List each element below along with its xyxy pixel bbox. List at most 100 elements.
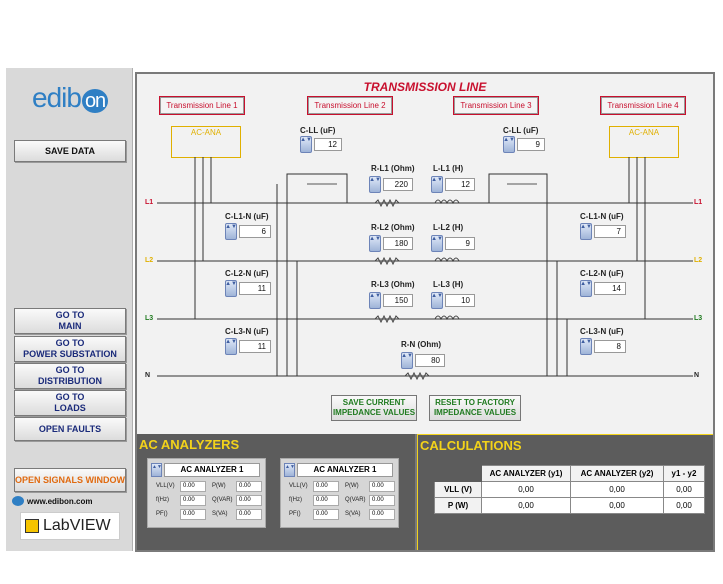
ac-analyzer-1-panel: ▲▼ AC ANALYZER 1 VLL(V) 0.00 P(W) 0.00 f… bbox=[147, 458, 266, 528]
s-label: S(VA) bbox=[212, 511, 228, 517]
circuit-diagram bbox=[157, 157, 693, 381]
ll2-input[interactable]: ▲▼ 9 bbox=[431, 235, 475, 252]
analyzer-selector-spinner-icon[interactable]: ▲▼ bbox=[284, 463, 295, 477]
main-area: TRANSMISSION LINE Transmission Line 1 Tr… bbox=[135, 72, 715, 552]
spinner-icon: ▲▼ bbox=[580, 223, 592, 240]
cell: 0,00 bbox=[570, 497, 664, 514]
rl1-input[interactable]: ▲▼ 220 bbox=[369, 176, 413, 193]
cl2n-left-label: C-L2-N (uF) bbox=[225, 269, 269, 278]
spinner-icon: ▲▼ bbox=[431, 176, 443, 193]
labview-logo: LabVIEW bbox=[20, 512, 120, 540]
rn-input[interactable]: ▲▼ 80 bbox=[401, 352, 445, 369]
cl2n-right-label: C-L2-N (uF) bbox=[580, 269, 624, 278]
p-label: P(W) bbox=[345, 483, 359, 489]
q-label: Q(VAR) bbox=[212, 497, 233, 503]
q-label: Q(VAR) bbox=[345, 497, 366, 503]
f-label: f(Hz) bbox=[289, 497, 302, 503]
rl2-label: R-L2 (Ohm) bbox=[371, 223, 415, 232]
p-label: P(W) bbox=[212, 483, 226, 489]
calc-header: y1 - y2 bbox=[663, 465, 705, 482]
cl1n-left-input[interactable]: ▲▼ 6 bbox=[225, 223, 271, 240]
website-link: www.edibon.com bbox=[27, 496, 93, 506]
go-to-main-button[interactable]: GO TO MAIN bbox=[14, 308, 126, 334]
ac-analyzers-title: AC ANALYZERS bbox=[139, 437, 240, 452]
sidebar: edib on SAVE DATA GO TO MAIN GO TO POWER SU… bbox=[6, 68, 133, 551]
save-data-button[interactable]: SAVE DATA bbox=[14, 140, 126, 162]
cll-right-input[interactable]: ▲▼ 9 bbox=[503, 136, 545, 153]
analyzer-name[interactable]: AC ANALYZER 1 bbox=[297, 463, 393, 477]
open-signals-window-button[interactable]: OPEN SIGNALS WINDOW bbox=[14, 468, 126, 492]
s-label: S(VA) bbox=[345, 511, 361, 517]
analyzer-name[interactable]: AC ANALYZER 1 bbox=[164, 463, 260, 477]
pf-label: PF() bbox=[289, 511, 301, 517]
analyzer-selector-spinner-icon[interactable]: ▲▼ bbox=[151, 463, 162, 477]
line-label-l3-right: L3 bbox=[694, 315, 703, 322]
pf-value: 0.00 bbox=[180, 509, 206, 520]
pf-value: 0.00 bbox=[313, 509, 339, 520]
labview-icon bbox=[25, 519, 39, 533]
cell: 0,00 bbox=[481, 481, 571, 498]
spinner-icon: ▲▼ bbox=[369, 235, 381, 252]
rl1-label: R-L1 (Ohm) bbox=[371, 164, 415, 173]
spinner-icon: ▲▼ bbox=[431, 292, 443, 309]
cl1n-right-input[interactable]: ▲▼ 7 bbox=[580, 223, 626, 240]
reset-factory-impedance-button[interactable]: RESET TO FACTORY IMPEDANCE VALUES bbox=[429, 395, 521, 421]
f-label: f(Hz) bbox=[156, 497, 169, 503]
calculations-section: CALCULATIONS AC ANALYZER (y1) AC ANALYZE… bbox=[417, 434, 713, 550]
line-label-l1: L1 bbox=[145, 199, 154, 206]
cell: 0,00 bbox=[663, 497, 705, 514]
spinner-icon: ▲▼ bbox=[580, 280, 592, 297]
vll-value: 0.00 bbox=[180, 481, 206, 492]
edibon-logo: edib on bbox=[32, 82, 109, 114]
cll-left-input[interactable]: ▲▼ 12 bbox=[300, 136, 342, 153]
rl2-input[interactable]: ▲▼ 180 bbox=[369, 235, 413, 252]
line-label-l2: L2 bbox=[145, 257, 154, 264]
ll1-label: L-L1 (H) bbox=[433, 164, 464, 173]
go-to-loads-button[interactable]: GO TO LOADS bbox=[14, 390, 126, 416]
go-to-power-substation-button[interactable]: GO TO POWER SUBSTATION bbox=[14, 336, 126, 362]
ll3-input[interactable]: ▲▼ 10 bbox=[431, 292, 475, 309]
table-row: VLL (V) 0,00 0,00 0,00 bbox=[434, 481, 705, 498]
cl2n-right-input[interactable]: ▲▼ 14 bbox=[580, 280, 626, 297]
vll-value: 0.00 bbox=[313, 481, 339, 492]
spinner-icon: ▲▼ bbox=[225, 338, 237, 355]
cll-left-label: C-LL (uF) bbox=[300, 126, 336, 135]
table-row: P (W) 0,00 0,00 0,00 bbox=[434, 497, 705, 514]
spinner-icon: ▲▼ bbox=[225, 280, 237, 297]
rl3-input[interactable]: ▲▼ 150 bbox=[369, 292, 413, 309]
rl3-label: R-L3 (Ohm) bbox=[371, 280, 415, 289]
ll2-label: L-L2 (H) bbox=[433, 223, 464, 232]
q-value: 0.00 bbox=[236, 495, 262, 506]
transmission-line-panel: TRANSMISSION LINE Transmission Line 1 Tr… bbox=[137, 74, 713, 434]
vll-label: VLL(V) bbox=[156, 483, 175, 489]
go-to-distribution-button[interactable]: GO TO DISTRIBUTION bbox=[14, 363, 126, 389]
line-label-n-right: N bbox=[694, 372, 700, 379]
cll-right-label: C-LL (uF) bbox=[503, 126, 539, 135]
s-value: 0.00 bbox=[369, 509, 395, 520]
rn-label: R-N (Ohm) bbox=[401, 340, 441, 349]
cl1n-right-label: C-L1-N (uF) bbox=[580, 212, 624, 221]
calc-header: AC ANALYZER (y1) bbox=[481, 465, 571, 482]
ll3-label: L-L3 (H) bbox=[433, 280, 464, 289]
calculations-title: CALCULATIONS bbox=[420, 438, 522, 453]
save-current-impedance-button[interactable]: SAVE CURRENT IMPEDANCE VALUES bbox=[331, 395, 417, 421]
line-label-l1-right: L1 bbox=[694, 199, 703, 206]
f-value: 0.00 bbox=[313, 495, 339, 506]
f-value: 0.00 bbox=[180, 495, 206, 506]
pf-label: PF() bbox=[156, 511, 168, 517]
cl1n-left-label: C-L1-N (uF) bbox=[225, 212, 269, 221]
cl2n-left-input[interactable]: ▲▼ 11 bbox=[225, 280, 271, 297]
cl3n-right-label: C-L3-N (uF) bbox=[580, 327, 624, 336]
cl3n-left-label: C-L3-N (uF) bbox=[225, 327, 269, 336]
ac-analyzer-2-panel: ▲▼ AC ANALYZER 1 VLL(V) 0.00 P(W) 0.00 f… bbox=[280, 458, 399, 528]
spinner-icon: ▲▼ bbox=[300, 136, 312, 153]
calc-header: AC ANALYZER (y2) bbox=[570, 465, 664, 482]
cl3n-right-input[interactable]: ▲▼ 8 bbox=[580, 338, 626, 355]
spinner-icon: ▲▼ bbox=[431, 235, 443, 252]
website-row: www.edibon.com bbox=[12, 494, 130, 508]
open-faults-button[interactable]: OPEN FAULTS bbox=[14, 417, 126, 441]
cl3n-left-input[interactable]: ▲▼ 11 bbox=[225, 338, 271, 355]
line-label-n: N bbox=[145, 372, 151, 379]
cell: 0,00 bbox=[570, 481, 664, 498]
ll1-input[interactable]: ▲▼ 12 bbox=[431, 176, 475, 193]
